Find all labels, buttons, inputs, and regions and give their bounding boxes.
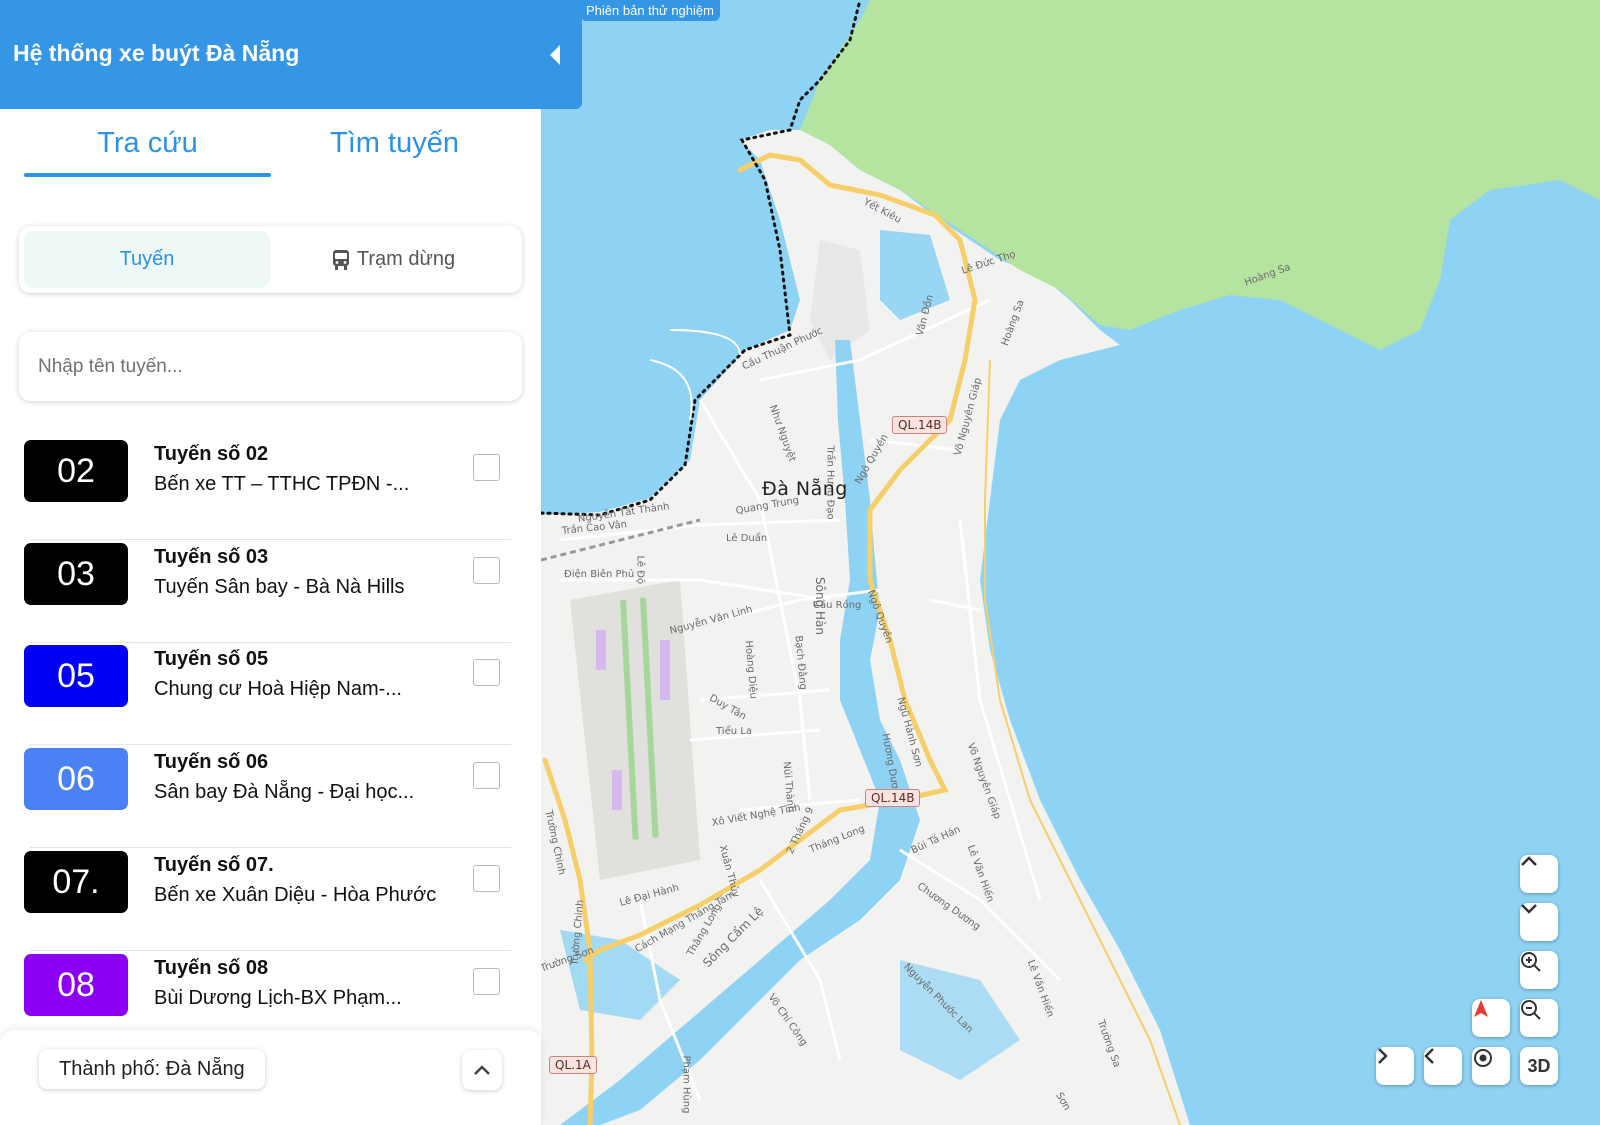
app-title: Hệ thống xe buýt Đà Nẵng bbox=[13, 40, 300, 66]
bus-icon bbox=[332, 249, 349, 270]
route-name: Tuyến số 06 bbox=[154, 751, 269, 773]
route-code-badge: 07. bbox=[24, 851, 128, 913]
bridge-label: Cầu Rồng bbox=[813, 600, 862, 611]
chevron-right-icon bbox=[1378, 1048, 1388, 1064]
route-checkbox[interactable] bbox=[473, 968, 500, 995]
tab-find-route[interactable]: Tìm tuyến bbox=[271, 127, 518, 160]
lookup-type-toggle: Tuyến Trạm dừng bbox=[19, 226, 522, 293]
route-description: Sân bay Đà Nẵng - Đại học... bbox=[154, 781, 415, 803]
route-description: Bến xe TT – TTHC TPĐN -... bbox=[154, 473, 410, 495]
segment-stop-label: Trạm dừng bbox=[356, 248, 456, 270]
road-shield: QL.14B bbox=[865, 789, 921, 807]
segment-route-label: Tuyến bbox=[119, 248, 175, 270]
map-up-button[interactable] bbox=[1520, 855, 1558, 893]
chevron-up-icon bbox=[1521, 856, 1537, 866]
caret-left-icon bbox=[550, 45, 560, 65]
street-label: Lê Duẩn bbox=[726, 533, 768, 544]
3d-toggle-button[interactable]: 3D bbox=[1520, 1047, 1558, 1085]
3d-label: 3D bbox=[1527, 1055, 1551, 1076]
chevron-down-icon bbox=[1521, 904, 1537, 914]
route-description: Chung cư Hoà Hiệp Nam-... bbox=[154, 678, 402, 700]
route-code-badge: 03 bbox=[24, 543, 128, 605]
main-tabs: Tra cứu Tìm tuyến bbox=[0, 109, 541, 189]
road-shield: QL.14B bbox=[892, 416, 948, 434]
route-item[interactable]: 07. Tuyến số 07. Bến xe Xuân Diệu - Hòa … bbox=[0, 848, 541, 951]
locate-icon bbox=[1474, 1049, 1492, 1067]
route-name: Tuyến số 07. bbox=[154, 854, 274, 876]
route-code-badge: 06 bbox=[24, 748, 128, 810]
route-checkbox[interactable] bbox=[473, 659, 500, 686]
beta-badge: Phiên bản thử nghiệm bbox=[580, 0, 720, 21]
road-shield: QL.1A bbox=[549, 1056, 597, 1074]
segment-route[interactable]: Tuyến bbox=[24, 231, 270, 288]
app-header: Hệ thống xe buýt Đà Nẵng bbox=[0, 0, 582, 109]
route-search-input[interactable] bbox=[19, 332, 522, 401]
side-panel: Tra cứu Tìm tuyến Tuyến Trạm dừng 02 Tuy… bbox=[0, 109, 541, 1125]
street-label: Phạm Hùng bbox=[680, 1055, 692, 1114]
route-name: Tuyến số 02 bbox=[154, 443, 269, 465]
route-description: Bến xe Xuân Diệu - Hòa Phước bbox=[154, 884, 437, 906]
compass-icon bbox=[1474, 1000, 1488, 1017]
expand-panel-button[interactable] bbox=[462, 1050, 502, 1090]
route-checkbox[interactable] bbox=[473, 762, 500, 789]
zoom-in-button[interactable] bbox=[1520, 951, 1558, 989]
street-label: Điện Biên Phủ bbox=[564, 569, 635, 580]
map-prev-button[interactable] bbox=[1424, 1047, 1462, 1085]
street-label: Tiểu La bbox=[716, 726, 752, 737]
compass-button[interactable] bbox=[1472, 999, 1510, 1037]
route-search bbox=[19, 332, 522, 401]
route-item[interactable]: 05 Tuyến số 05 Chung cư Hoà Hiệp Nam-... bbox=[0, 642, 541, 745]
route-item[interactable]: 03 Tuyến số 03 Tuyến Sân bay - Bà Nà Hil… bbox=[0, 540, 541, 643]
chevron-up-icon bbox=[474, 1065, 490, 1075]
route-code-badge: 08 bbox=[24, 954, 128, 1016]
locate-button[interactable] bbox=[1472, 1047, 1510, 1085]
route-name: Tuyến số 05 bbox=[154, 648, 269, 670]
city-selector[interactable]: Thành phố: Đà Nẵng bbox=[39, 1049, 265, 1089]
route-item[interactable]: 06 Tuyến số 06 Sân bay Đà Nẵng - Đại học… bbox=[0, 745, 541, 848]
collapse-panel-button[interactable] bbox=[548, 44, 562, 66]
map-next-button[interactable] bbox=[1376, 1047, 1414, 1085]
tab-lookup[interactable]: Tra cứu bbox=[24, 127, 271, 160]
city-label: Đà Nẵng bbox=[762, 478, 848, 500]
route-code-badge: 05 bbox=[24, 645, 128, 707]
city-selector-label: Thành phố: Đà Nẵng bbox=[59, 1057, 245, 1080]
route-description: Bùi Dương Lịch-BX Phạm... bbox=[154, 987, 402, 1009]
route-checkbox[interactable] bbox=[473, 865, 500, 892]
map-down-button[interactable] bbox=[1520, 903, 1558, 941]
route-code-badge: 02 bbox=[24, 440, 128, 502]
street-label: Lê Độ bbox=[634, 555, 646, 585]
segment-stop[interactable]: Trạm dừng bbox=[270, 231, 516, 288]
route-description: Tuyến Sân bay - Bà Nà Hills bbox=[154, 576, 405, 598]
active-tab-indicator bbox=[24, 173, 271, 177]
zoom-out-icon bbox=[1521, 1000, 1541, 1020]
route-name: Tuyến số 08 bbox=[154, 957, 269, 979]
zoom-in-icon bbox=[1521, 952, 1541, 972]
route-name: Tuyến số 03 bbox=[154, 546, 269, 568]
panel-footer: Thành phố: Đà Nẵng bbox=[0, 1030, 541, 1125]
route-item[interactable]: 02 Tuyến số 02 Bến xe TT – TTHC TPĐN -..… bbox=[0, 437, 541, 540]
route-checkbox[interactable] bbox=[473, 557, 500, 584]
zoom-out-button[interactable] bbox=[1520, 999, 1558, 1037]
route-checkbox[interactable] bbox=[473, 454, 500, 481]
chevron-left-icon bbox=[1424, 1048, 1434, 1064]
